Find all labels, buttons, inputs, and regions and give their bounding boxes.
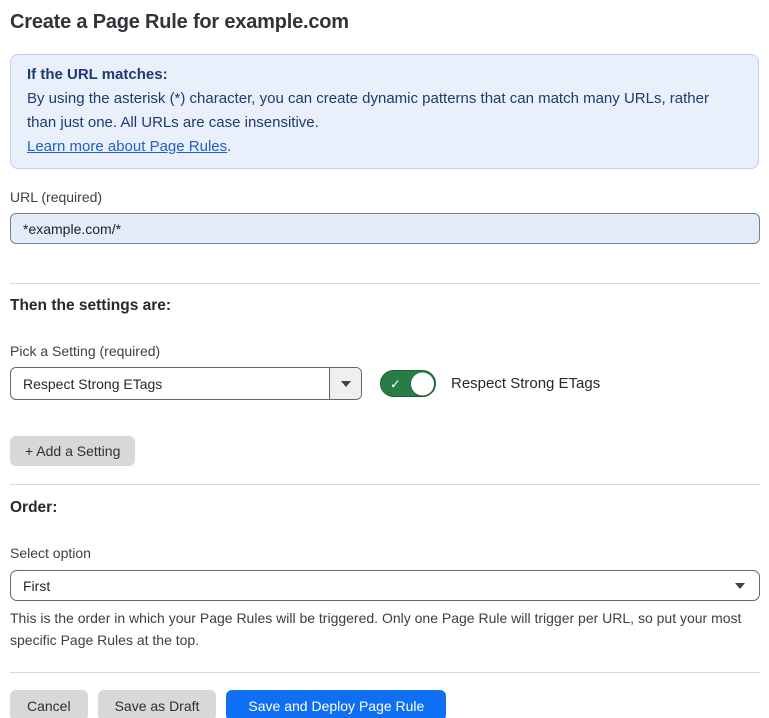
divider xyxy=(10,484,760,485)
order-help-text: This is the order in which your Page Rul… xyxy=(10,607,758,651)
chevron-down-icon xyxy=(735,583,745,589)
order-select[interactable]: First xyxy=(10,570,760,601)
check-icon: ✓ xyxy=(390,377,401,390)
setting-select[interactable]: Respect Strong ETags xyxy=(10,367,362,400)
url-match-info-box: If the URL matches: By using the asteris… xyxy=(10,54,759,169)
learn-more-link[interactable]: Learn more about Page Rules xyxy=(27,138,227,155)
toggle-label: Respect Strong ETags xyxy=(451,375,600,392)
chevron-down-icon xyxy=(341,381,351,387)
footer-actions: Cancel Save as Draft Save and Deploy Pag… xyxy=(10,690,759,718)
divider xyxy=(10,283,760,284)
divider xyxy=(10,672,760,673)
page-title: Create a Page Rule for example.com xyxy=(10,11,759,34)
toggle-knob xyxy=(411,372,434,395)
setting-select-value: Respect Strong ETags xyxy=(11,368,329,399)
add-setting-button[interactable]: + Add a Setting xyxy=(10,436,135,466)
order-select-label: Select option xyxy=(10,545,759,561)
pick-setting-label: Pick a Setting (required) xyxy=(10,343,759,359)
info-box-body: By using the asterisk (*) character, you… xyxy=(27,87,742,135)
setting-row: Respect Strong ETags ✓ Respect Strong ET… xyxy=(10,367,759,400)
url-field-label: URL (required) xyxy=(10,189,759,205)
link-period: . xyxy=(227,138,231,155)
order-section-heading: Order: xyxy=(10,499,759,517)
save-draft-button[interactable]: Save as Draft xyxy=(98,690,217,718)
setting-select-arrow-button[interactable] xyxy=(329,368,361,399)
info-box-heading: If the URL matches: xyxy=(27,63,742,87)
save-deploy-button[interactable]: Save and Deploy Page Rule xyxy=(226,690,446,718)
cancel-button[interactable]: Cancel xyxy=(10,690,88,718)
settings-section-heading: Then the settings are: xyxy=(10,297,759,315)
page-rule-form: Create a Page Rule for example.com If th… xyxy=(0,11,769,718)
info-box-link-line: Learn more about Page Rules. xyxy=(27,135,742,159)
etags-toggle[interactable]: ✓ xyxy=(380,370,436,397)
url-input[interactable] xyxy=(10,213,760,244)
order-select-value: First xyxy=(23,578,50,594)
